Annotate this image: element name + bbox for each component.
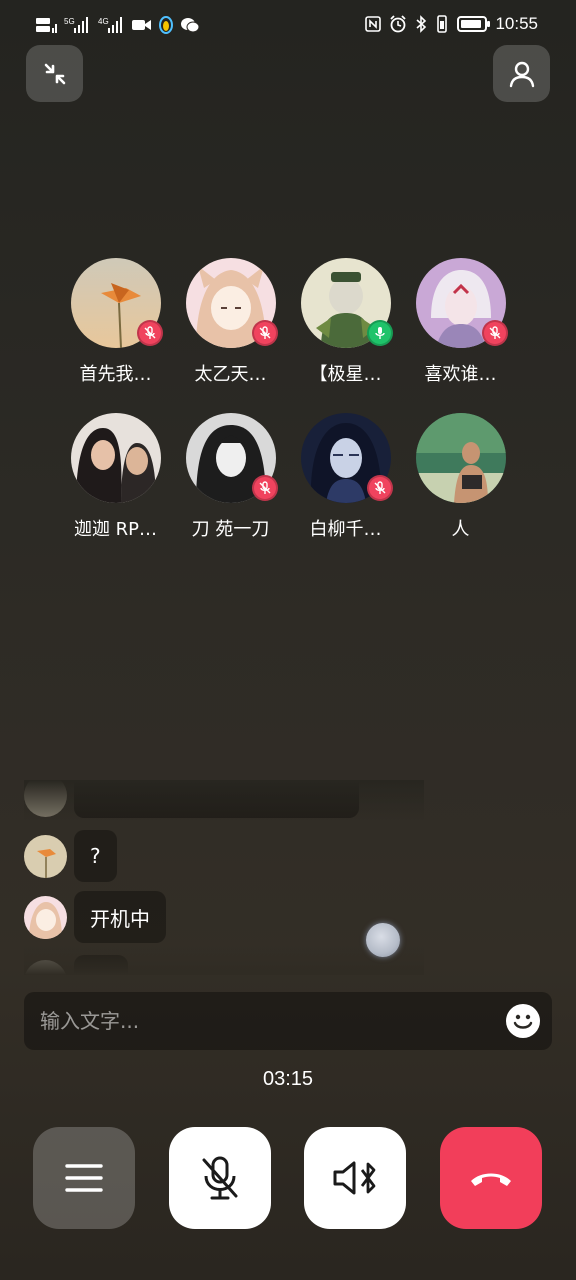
vibrate-icon: [437, 15, 448, 33]
member-avatar-wrap: [300, 258, 393, 348]
wechat-icon: [181, 18, 200, 33]
status-time: 10:55: [495, 14, 538, 33]
message-input[interactable]: [40, 992, 500, 1050]
chat-message: ?: [24, 830, 117, 882]
member-tile[interactable]: 迦迦 RP…: [58, 413, 173, 541]
svg-text:5G: 5G: [64, 17, 75, 26]
member-name: 喜欢谁…: [424, 364, 497, 385]
emoji-button[interactable]: [506, 1004, 540, 1038]
member-avatar-wrap: [185, 413, 278, 503]
chat-avatar: [24, 895, 67, 939]
mic-muted-badge: [251, 475, 278, 501]
member-tile[interactable]: 白柳千…: [288, 413, 403, 541]
member-tile[interactable]: 首先我…: [58, 258, 173, 386]
mic-muted-badge: [481, 320, 508, 346]
hangup-button[interactable]: [440, 1127, 542, 1229]
member-name: 太乙天…: [194, 364, 267, 385]
member-name: 迦迦 RP…: [73, 519, 158, 540]
nfc-icon: [365, 16, 382, 32]
member-tile[interactable]: 人: [403, 413, 518, 541]
avatar: [415, 413, 506, 503]
member-avatar-wrap: [185, 258, 278, 348]
speaker-bluetooth-icon: [333, 1161, 376, 1195]
svg-text:4G: 4G: [98, 17, 109, 26]
call-timer: 03:15: [262, 1068, 314, 1090]
menu-button[interactable]: [33, 1127, 135, 1229]
member-tile[interactable]: 太乙天…: [173, 258, 288, 386]
mute-mic-button[interactable]: [169, 1127, 271, 1229]
battery-icon: [457, 16, 491, 32]
avatar: [70, 413, 161, 503]
chat-bubble: 开机中: [74, 891, 166, 943]
status-icons-left: 5G 4G: [36, 16, 200, 34]
chat-message: 开机中: [24, 891, 166, 943]
mic-muted-badge: [366, 475, 393, 501]
signal-4g-icon: 4G: [98, 17, 122, 33]
mic-off-icon: [144, 326, 155, 339]
mic-muted-badge: [136, 320, 163, 346]
mic-off-icon: [489, 326, 500, 339]
status-icons-right: 10:55: [365, 14, 538, 34]
profile-button[interactable]: [493, 45, 550, 102]
signal-5g-icon: 5G: [64, 17, 88, 33]
mic-off-icon: [374, 481, 385, 494]
chat-fade-top: [24, 780, 424, 820]
alarm-icon: [390, 15, 407, 33]
member-avatar-wrap: [70, 258, 163, 348]
member-grid: 首先我… 太乙天… 【极星… 喜欢谁… 迦迦 RP… 刀 苑一刀 白柳千… 人: [58, 258, 518, 541]
mic-muted-badge: [251, 320, 278, 346]
member-tile[interactable]: 喜欢谁…: [403, 258, 518, 386]
member-avatar-wrap: [415, 258, 508, 348]
member-name: 首先我…: [79, 364, 152, 385]
mic-on-badge: [366, 320, 393, 346]
floating-assistive-button[interactable]: [366, 923, 400, 957]
bluetooth-icon: [416, 15, 427, 33]
status-bar: 5G 4G 10:55: [0, 0, 576, 56]
chat-fade-bottom: [24, 945, 424, 975]
member-name: 【极星…: [309, 364, 382, 385]
minimize-arrows-icon: [44, 63, 65, 84]
member-avatar-wrap: [70, 413, 161, 503]
member-name: 刀 苑一刀: [191, 519, 270, 540]
mic-icon: [374, 327, 385, 339]
battery-fill: [461, 20, 482, 28]
app-notification-icon: [159, 16, 173, 34]
menu-icon: [65, 1164, 103, 1192]
video-icon: [132, 20, 151, 30]
message-input-bar: [24, 992, 552, 1050]
member-tile[interactable]: 刀 苑一刀: [173, 413, 288, 541]
person-icon: [509, 61, 534, 87]
mic-off-icon: [202, 1156, 238, 1200]
chat-area[interactable]: ? 开机中: [24, 780, 424, 975]
hangup-icon: [471, 1173, 511, 1186]
smiley-icon: [513, 1014, 533, 1029]
signal-icon: [36, 18, 57, 33]
member-tile[interactable]: 【极星…: [288, 258, 403, 386]
mic-off-icon: [259, 481, 270, 494]
member-avatar-wrap: [300, 413, 393, 503]
speaker-button[interactable]: [304, 1127, 406, 1229]
mic-off-icon: [259, 326, 270, 339]
member-name: 白柳千…: [309, 519, 382, 540]
minimize-button[interactable]: [26, 45, 83, 102]
member-name: 人: [451, 519, 470, 540]
member-avatar-wrap: [415, 413, 506, 503]
chat-avatar: [24, 834, 67, 878]
chat-bubble: ?: [74, 830, 117, 882]
